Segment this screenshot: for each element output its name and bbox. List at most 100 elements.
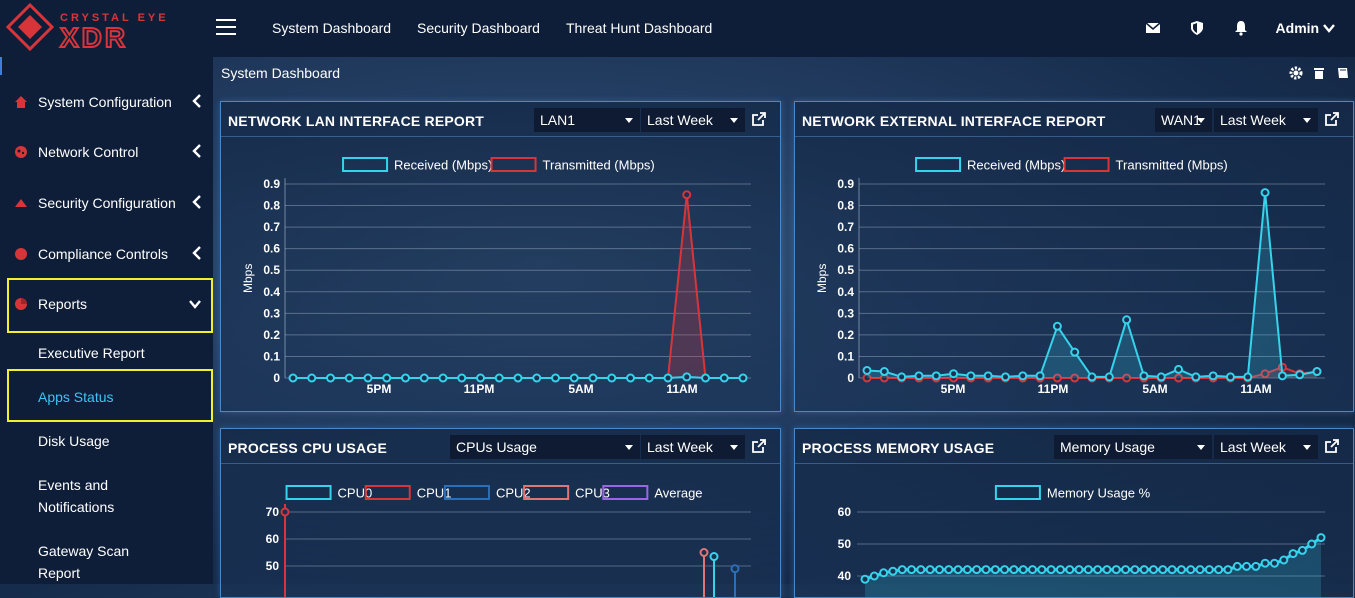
y-tick-label: 0.5 [837,263,854,277]
sidebar-item-system-configuration[interactable]: System Configuration [0,82,213,122]
shield-icon[interactable] [1189,20,1205,36]
x-tick-label: 11PM [1038,382,1069,396]
nav-threat-hunt-dashboard[interactable]: Threat Hunt Dashboard [566,20,712,36]
y-tick-label: 0.1 [837,349,854,363]
trash-icon[interactable] [1312,66,1326,80]
data-point [1312,367,1322,377]
data-point [1139,371,1149,381]
external-link-icon[interactable] [1325,112,1339,126]
data-point [1018,371,1028,381]
data-point [1093,565,1103,575]
period-select[interactable]: Last Week [641,108,745,132]
series-line [866,192,1318,378]
legend-label: Transmitted (Mbps) [543,158,655,173]
select-value: CPUs Usage [456,439,537,455]
crystal-eye-logo[interactable]: CRYSTAL EYE XDR [4,3,204,53]
sidebar-item-security-configuration[interactable]: Security Configuration [0,183,213,223]
y-tick-label: 60 [838,505,852,519]
sidebar-item-compliance-controls[interactable]: Compliance Controls [0,234,213,274]
legend-label: Transmitted (Mbps) [1116,158,1228,173]
data-point [1052,321,1062,331]
sidebar-subitem-events-and[interactable]: Events and [38,477,108,493]
legend-swatch [915,157,962,172]
data-point [1122,315,1132,325]
x-tick-label: 11AM [666,382,697,396]
external-link-icon[interactable] [752,112,766,126]
legend-swatch [523,485,570,500]
data-point [626,373,635,383]
data-point [1195,565,1205,575]
y-tick-label: 0.6 [837,242,854,256]
admin-menu[interactable]: Admin [1276,20,1335,36]
sidebar-item-label: Network Control [38,144,139,160]
data-point [862,365,872,375]
data-point [1009,565,1019,575]
y-tick-label: 0.5 [263,263,280,277]
external-link-icon[interactable] [1325,439,1339,453]
memory-select[interactable]: Memory Usage [1054,435,1212,459]
gear-icon[interactable] [1289,66,1303,80]
data-point [588,373,598,383]
sidebar-subitem-disk-usage[interactable]: Disk Usage [38,433,110,449]
y-tick-label: 0.6 [263,242,280,256]
compliance-icon [15,248,27,260]
data-point [738,373,748,383]
nav-system-dashboard[interactable]: System Dashboard [272,20,391,36]
data-point [1121,565,1131,575]
legend-label: Received (Mbps) [967,158,1065,173]
memory-usage-panel: PROCESS MEMORY USAGE Memory Usage Last W… [794,428,1354,598]
y-tick-label: 0.8 [837,199,854,213]
data-point [860,574,870,584]
nav-security-dashboard[interactable]: Security Dashboard [417,20,540,36]
sidebar-subitem-report[interactable]: Report [38,565,80,581]
envelope-icon[interactable] [1145,20,1161,36]
period-select[interactable]: Last Week [641,435,745,459]
shield-icon [15,199,27,207]
external-link-icon[interactable] [752,439,766,453]
data-point [682,372,692,382]
external-interface-panel: NETWORK EXTERNAL INTERFACE REPORT WAN1 L… [794,101,1354,412]
data-point [401,373,410,383]
legend-label: Received (Mbps) [394,158,492,173]
data-point [888,566,898,576]
data-point [1223,565,1233,575]
interface-select[interactable]: LAN1 [534,108,640,132]
cpu-select[interactable]: CPUs Usage [450,435,640,459]
data-point [981,565,991,575]
data-point [1074,565,1084,575]
period-select[interactable]: Last Week [1214,435,1318,459]
bell-icon[interactable] [1233,20,1249,36]
data-point [1176,565,1186,575]
interface-select[interactable]: WAN1 [1155,108,1212,132]
sidebar-item-network-control[interactable]: Network Control [0,132,213,172]
data-point [494,373,504,383]
legend-swatch [994,485,1041,500]
memory-chart: Memory Usage % 40 50 60 [838,485,1326,597]
data-point [1295,370,1305,380]
data-point [879,568,889,578]
data-point [962,565,972,575]
book-icon[interactable] [1336,66,1350,80]
admin-label: Admin [1275,20,1320,36]
data-point [1037,565,1047,575]
data-point [1018,565,1028,575]
hamburger-menu-icon[interactable] [216,19,236,37]
sidebar-subitem-gateway-scan[interactable]: Gateway Scan [38,543,129,559]
period-select[interactable]: Last Week [1214,108,1318,132]
data-point [983,371,993,381]
x-tick-label: 5AM [1142,382,1167,396]
data-point [953,565,963,575]
data-point [1277,371,1287,381]
panel-header: NETWORK EXTERNAL INTERFACE REPORT WAN1 L… [795,102,1353,137]
network-icon [15,146,27,158]
chevron-left-icon [192,144,201,158]
sidebar-subitem-executive-report[interactable]: Executive Report [38,345,145,361]
sidebar-subitem-notifications[interactable]: Notifications [38,499,114,515]
data-point [607,373,617,383]
data-point [1083,565,1093,575]
data-point [457,373,467,383]
data-point [1307,539,1317,549]
legend-swatch [285,485,332,500]
panel-title: NETWORK LAN INTERFACE REPORT [228,113,485,129]
data-point [326,373,335,383]
